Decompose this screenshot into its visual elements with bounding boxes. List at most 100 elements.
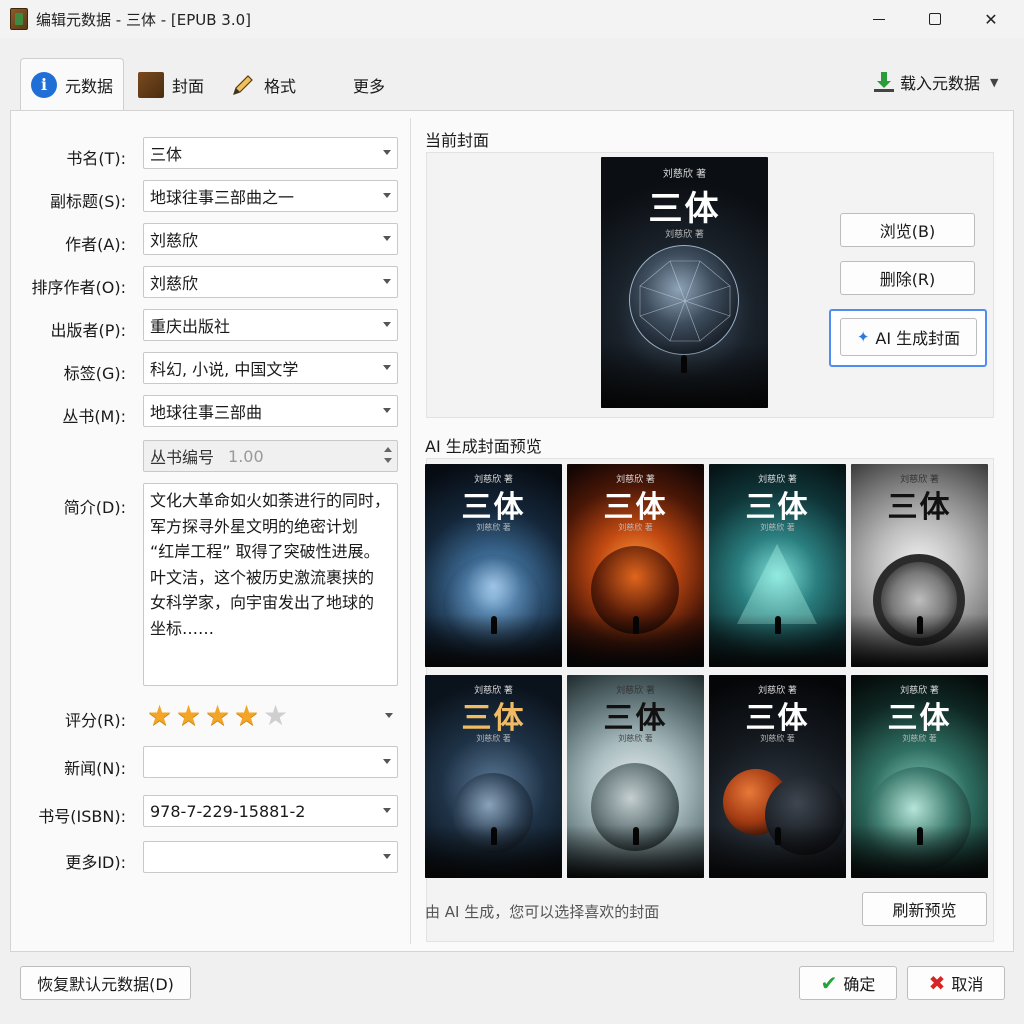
chevron-down-icon[interactable]: [383, 759, 391, 764]
chevron-down-icon[interactable]: ▼: [990, 76, 998, 89]
chevron-down-icon[interactable]: [383, 808, 391, 813]
chevron-down-icon[interactable]: [383, 193, 391, 198]
tags-field[interactable]: 科幻, 小说, 中国文学: [143, 352, 398, 384]
spin-down-icon[interactable]: [384, 458, 392, 463]
star-icon[interactable]: ★: [147, 702, 176, 730]
star-icon[interactable]: ★: [234, 702, 263, 730]
author-label: 作者(A):: [65, 235, 126, 254]
silhouette: [775, 827, 781, 845]
ai-cover-option[interactable]: 刘慈欣 著三体 刘慈欣 著: [567, 464, 704, 667]
minimize-button[interactable]: [856, 0, 902, 38]
silhouette: [491, 616, 497, 634]
tab-format[interactable]: 格式: [220, 60, 306, 110]
sort-author-value: 刘慈欣: [150, 274, 199, 293]
ai-cover-subauthor: 刘慈欣 著: [902, 734, 937, 743]
news-label: 新闻(N):: [64, 759, 126, 778]
title-value: 三体: [150, 145, 183, 164]
tab-bar: i 元数据 封面 格式 更多 载入元数据 ▼: [0, 50, 1024, 112]
author-field[interactable]: 刘慈欣: [143, 223, 398, 255]
silhouette: [633, 827, 639, 845]
ok-button[interactable]: ✔ 确定: [799, 966, 897, 1000]
ai-cover-title: 三体: [461, 490, 526, 525]
silhouette: [775, 616, 781, 634]
window-title: 编辑元数据 - 三体 - [EPUB 3.0]: [36, 11, 252, 29]
chevron-down-icon[interactable]: [383, 322, 391, 327]
isbn-field[interactable]: 978-7-229-15881-2: [143, 795, 398, 827]
silhouette: [681, 355, 687, 373]
cover-author: 刘慈欣 著: [662, 169, 707, 180]
ai-cover-option[interactable]: 刘慈欣 著三体 刘慈欣 著: [709, 464, 846, 667]
cancel-button[interactable]: ✖ 取消: [907, 966, 1005, 1000]
rating-stars[interactable]: ★ ★ ★ ★ ★: [147, 702, 292, 730]
chevron-down-icon[interactable]: [383, 279, 391, 284]
current-cover-image: 刘慈欣 著 三体 刘慈欣 著: [601, 157, 768, 408]
browse-button[interactable]: 浏览(B): [840, 213, 975, 247]
sparkle-icon: ✦: [856, 328, 870, 346]
spin-up-icon[interactable]: [384, 447, 392, 452]
tab-format-label: 格式: [264, 77, 297, 96]
ai-cover-option[interactable]: 刘慈欣 著三体 刘慈欣 著: [709, 675, 846, 878]
summary-textarea[interactable]: 文化大革命如火如荼进行的同时， 军方探寻外星文明的绝密计划 “红岸工程” 取得了…: [143, 483, 398, 686]
chevron-down-icon[interactable]: [383, 236, 391, 241]
title-bar: 编辑元数据 - 三体 - [EPUB 3.0] ✕: [0, 0, 1024, 38]
ai-cover-option[interactable]: 刘慈欣 著三体 刘慈欣 著: [425, 675, 562, 878]
ai-cover-option[interactable]: 刘慈欣 著三体: [851, 464, 988, 667]
info-icon: i: [31, 71, 57, 98]
maximize-button[interactable]: [912, 0, 958, 38]
ai-preview-title: AI 生成封面预览: [425, 437, 542, 456]
tab-metadata-label: 元数据: [65, 76, 114, 96]
book-cover-icon: [138, 72, 164, 98]
ai-generate-cover-button[interactable]: ✦ AI 生成封面: [840, 318, 977, 356]
publisher-field[interactable]: 重庆出版社: [143, 309, 398, 341]
title-field[interactable]: 三体: [143, 137, 398, 169]
delete-button[interactable]: 删除(R): [840, 261, 975, 295]
refresh-preview-button[interactable]: 刷新预览: [862, 892, 987, 926]
ai-preview-hint: 由 AI 生成，您可以选择喜欢的封面: [425, 903, 660, 921]
isbn-value: 978-7-229-15881-2: [150, 801, 306, 821]
series-index-field[interactable]: 丛书编号 1.00: [143, 440, 398, 472]
chevron-down-icon[interactable]: [383, 365, 391, 370]
tags-label: 标签(G):: [63, 364, 126, 383]
maximize-icon: [929, 13, 941, 25]
ai-cover-title: 三体: [887, 490, 952, 525]
news-field[interactable]: [143, 746, 398, 778]
ok-label: 确定: [843, 975, 876, 994]
planet-sphere: [629, 245, 739, 355]
series-field[interactable]: 地球往事三部曲: [143, 395, 398, 427]
star-icon[interactable]: ★: [176, 702, 205, 730]
subtitle-field[interactable]: 地球往事三部曲之一: [143, 180, 398, 212]
series-label: 丛书(M):: [62, 407, 126, 426]
tab-more-label: 更多: [353, 77, 386, 96]
app-book-icon: [10, 8, 28, 30]
sort-author-label: 排序作者(O):: [31, 278, 126, 297]
ai-cover-option[interactable]: 刘慈欣 著三体 刘慈欣 著: [851, 675, 988, 878]
star-icon[interactable]: ★: [263, 702, 292, 730]
ai-cover-option[interactable]: 刘慈欣 著三体 刘慈欣 著: [567, 675, 704, 878]
close-button[interactable]: ✕: [968, 0, 1014, 38]
tab-cover[interactable]: 封面: [128, 60, 214, 110]
chevron-down-icon[interactable]: [383, 150, 391, 155]
load-metadata-button[interactable]: 载入元数据 ▼: [874, 70, 998, 94]
series-index-spinner[interactable]: [382, 443, 394, 469]
ai-cover-title: 三体: [603, 490, 668, 525]
subtitle-label: 副标题(S):: [49, 192, 126, 211]
rating-label: 评分(R):: [65, 711, 126, 730]
restore-defaults-button[interactable]: 恢复默认元数据(D): [20, 966, 191, 1000]
more-id-field[interactable]: [143, 841, 398, 873]
star-icon[interactable]: ★: [205, 702, 234, 730]
tab-more[interactable]: 更多: [310, 60, 395, 110]
chevron-down-icon[interactable]: [385, 713, 393, 718]
tab-metadata[interactable]: i 元数据: [20, 58, 125, 110]
triangle-light: [737, 544, 817, 624]
grid-icon: [320, 73, 345, 98]
tags-value: 科幻, 小说, 中国文学: [150, 360, 299, 379]
sort-author-field[interactable]: 刘慈欣: [143, 266, 398, 298]
chevron-down-icon[interactable]: [383, 408, 391, 413]
ai-cover-option[interactable]: 刘慈欣 著三体 刘慈欣 著: [425, 464, 562, 667]
download-icon: [874, 72, 894, 92]
chevron-down-icon[interactable]: [383, 854, 391, 859]
silhouette: [633, 616, 639, 634]
cross-icon: ✖: [928, 971, 946, 995]
summary-label: 简介(D):: [63, 498, 126, 517]
tab-cover-label: 封面: [172, 77, 205, 96]
